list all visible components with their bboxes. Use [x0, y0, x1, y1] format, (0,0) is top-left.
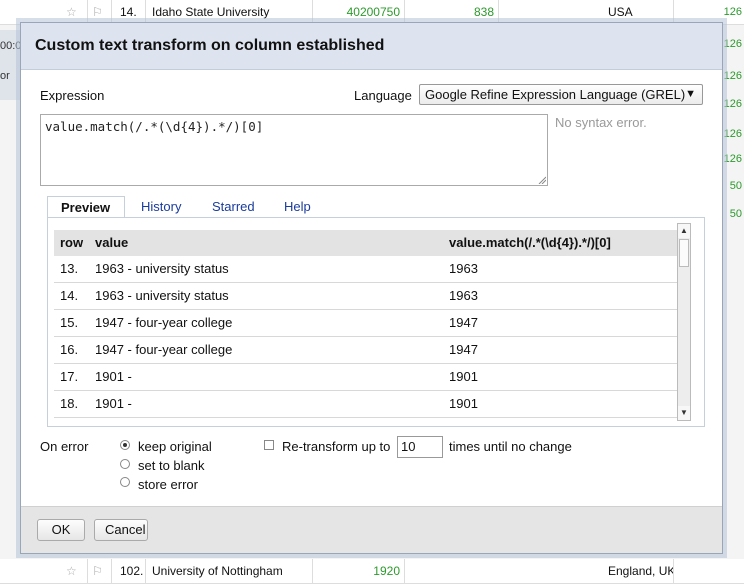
- row-value-1: 1920: [313, 559, 405, 583]
- preview-panel: row value value.match(/.*(\d{4}).*/)[0] …: [47, 217, 705, 427]
- preview-table-header: row value value.match(/.*(\d{4}).*/)[0]: [54, 230, 678, 256]
- retransform-label: Re-transform up to: [282, 439, 391, 454]
- cancel-button[interactable]: Cancel: [94, 519, 148, 541]
- expression-label: Expression: [40, 88, 105, 103]
- row-number: 102.: [116, 559, 146, 583]
- retransform-checkbox[interactable]: [264, 440, 274, 450]
- language-select[interactable]: Google Refine Expression Language (GREL)…: [419, 84, 703, 105]
- scroll-down-icon[interactable]: ▼: [678, 406, 690, 420]
- resize-handle-icon[interactable]: [538, 176, 546, 184]
- star-icon: ☆: [62, 0, 88, 24]
- radio-store-error[interactable]: [120, 477, 130, 487]
- radio-keep-original[interactable]: [120, 440, 130, 450]
- table-row: 17. 1901 - 1901: [54, 364, 678, 391]
- table-row: 18. 1901 - 1901: [54, 391, 678, 418]
- header-row: row: [60, 235, 84, 250]
- preview-scrollbar[interactable]: ▲ ▼: [677, 223, 691, 421]
- set-to-blank-label: set to blank: [138, 458, 205, 473]
- transform-dialog: Custom text transform on column establis…: [20, 22, 723, 554]
- retransform-suffix: times until no change: [449, 439, 572, 454]
- on-error-label: On error: [40, 439, 89, 454]
- background-left-panel: 00:0 or: [0, 30, 22, 100]
- row-name: University of Nottingham: [148, 559, 313, 583]
- row-number: 14.: [116, 0, 146, 24]
- tab-preview[interactable]: Preview: [47, 196, 125, 218]
- ok-button[interactable]: OK: [37, 519, 85, 541]
- keep-original-label: keep original: [138, 439, 212, 454]
- store-error-label: store error: [138, 477, 198, 492]
- row-country: England, UK: [604, 559, 674, 583]
- tab-help[interactable]: Help: [284, 196, 311, 218]
- flag-icon: ⚐: [88, 559, 112, 583]
- expression-text: value.match(/.*(\d{4}).*/)[0]: [45, 119, 264, 134]
- retransform-count-input[interactable]: 10: [397, 436, 443, 458]
- table-row: 15. 1947 - four-year college 1947: [54, 310, 678, 337]
- tab-history[interactable]: History: [141, 196, 181, 218]
- preview-table: row value value.match(/.*(\d{4}).*/)[0] …: [54, 230, 678, 418]
- table-row: 13. 1963 - university status 1963: [54, 256, 678, 283]
- row-value-1: 40200750: [313, 0, 405, 24]
- star-icon: ☆: [62, 559, 88, 583]
- header-result: value.match(/.*(\d{4}).*/)[0]: [449, 235, 611, 250]
- scroll-thumb[interactable]: [679, 239, 689, 267]
- scroll-up-icon[interactable]: ▲: [678, 224, 690, 238]
- header-value: value: [95, 235, 129, 250]
- flag-icon: ⚐: [88, 0, 112, 24]
- chevron-down-icon: ▼: [685, 88, 696, 100]
- table-row: 16. 1947 - four-year college 1947: [54, 337, 678, 364]
- dialog-title: Custom text transform on column establis…: [21, 23, 722, 70]
- language-label: Language: [354, 88, 412, 103]
- dialog-footer: OK Cancel: [21, 506, 722, 553]
- table-row: 14. 1963 - university status 1963: [54, 283, 678, 310]
- language-select-value: Google Refine Expression Language (GREL): [425, 87, 686, 102]
- tab-starred[interactable]: Starred: [212, 196, 255, 218]
- expression-input[interactable]: value.match(/.*(\d{4}).*/)[0]: [40, 114, 548, 186]
- background-right-column: 126 126 126 126 126 126 50 50: [723, 6, 742, 220]
- row-value-2: 838: [405, 0, 499, 24]
- radio-set-to-blank[interactable]: [120, 459, 130, 469]
- background-row-bottom: ☆ ⚐ 102. University of Nottingham 1920 E…: [0, 559, 744, 584]
- syntax-status: No syntax error.: [555, 115, 647, 130]
- row-country: USA: [604, 0, 674, 24]
- row-name: Idaho State University: [148, 0, 313, 24]
